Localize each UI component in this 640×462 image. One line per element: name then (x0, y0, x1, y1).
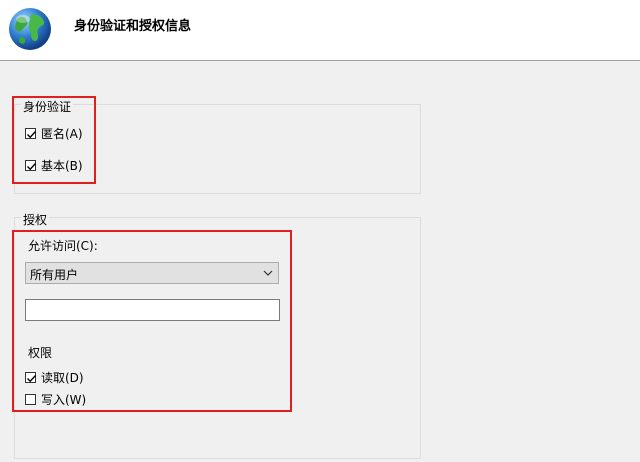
authorization-highlight (12, 230, 292, 412)
authentication-highlight (12, 96, 96, 184)
header: 身份验证和授权信息 (0, 0, 640, 61)
page-title: 身份验证和授权信息 (74, 19, 192, 34)
globe-icon (9, 8, 51, 50)
authorization-label: 授权 (21, 211, 50, 228)
